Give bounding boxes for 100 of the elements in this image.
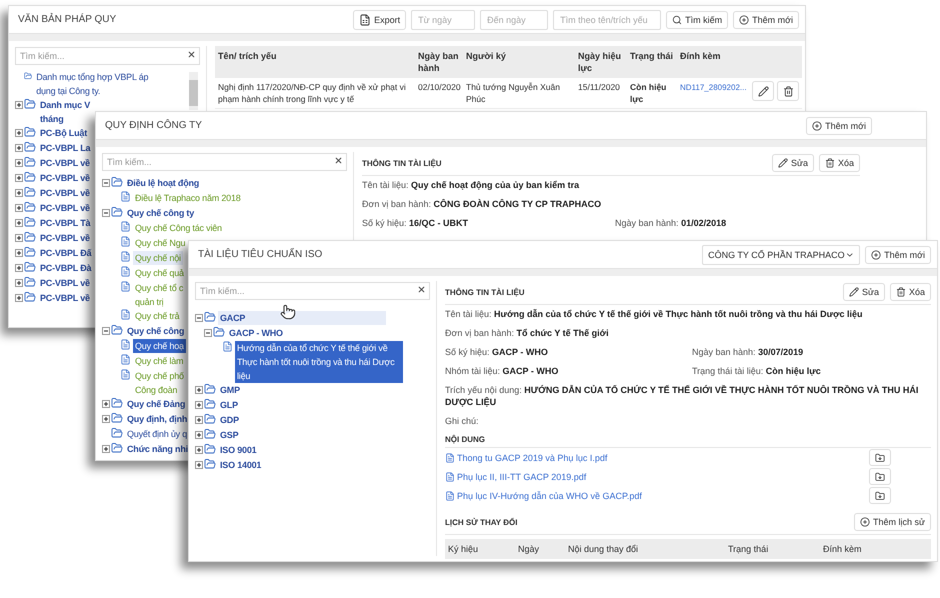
tree-item[interactable]: GACP xyxy=(218,311,386,325)
tree-item[interactable]: Hướng dẫn của tổ chức Y tế thế giới về Thực hành tốt nuôi trồng và thu hái Dược liệu xyxy=(235,341,403,383)
collapse-icon[interactable] xyxy=(204,329,212,337)
tree-item[interactable]: PC-VBPL về xyxy=(38,186,92,200)
add-button[interactable]: Thêm mới xyxy=(733,10,799,28)
expand-icon[interactable] xyxy=(15,279,23,287)
download-button[interactable] xyxy=(869,449,891,466)
tree-item[interactable]: PC-VBPL Đấ xyxy=(38,246,94,260)
collapse-icon[interactable] xyxy=(102,327,110,335)
expand-icon[interactable] xyxy=(15,294,23,302)
expand-icon[interactable] xyxy=(195,401,203,409)
tree-item[interactable]: Điều lệ hoạt động xyxy=(125,176,202,190)
hand-cursor-icon xyxy=(280,304,296,320)
tree-item[interactable]: PC-VBPL Tà xyxy=(38,216,92,230)
add-button[interactable]: Thêm mới xyxy=(865,246,931,264)
download-button[interactable] xyxy=(869,487,891,504)
table-cell: 15/11/2020 xyxy=(575,78,627,109)
tree-item[interactable]: PC-VBPL về xyxy=(38,291,92,305)
tree-item[interactable]: PC-VBPL về xyxy=(38,231,92,245)
tree-item[interactable]: Chức năng nhi xyxy=(125,442,190,456)
file-link[interactable]: Phụ lục IV-Hướng dẫn của WHO về GACP.pdf xyxy=(445,490,642,500)
tree-item[interactable]: PC-VBPL về xyxy=(38,276,92,290)
tree-item[interactable]: GLP xyxy=(218,398,240,412)
expand-icon[interactable] xyxy=(15,129,23,137)
expand-icon[interactable] xyxy=(15,204,23,212)
collapse-icon[interactable] xyxy=(102,179,110,187)
expand-icon[interactable] xyxy=(15,189,23,197)
expand-icon[interactable] xyxy=(195,431,203,439)
search-field[interactable]: Tìm theo tên/trích yếu xyxy=(553,10,662,30)
expand-icon[interactable] xyxy=(195,446,203,454)
tree-item[interactable]: Quy chế phố Công đoàn xyxy=(133,369,186,397)
file-link[interactable]: Phụ lục II, III-TT GACP 2019.pdf xyxy=(445,472,586,482)
table-cell: Còn hiệu lực xyxy=(627,78,677,109)
clear-icon[interactable] xyxy=(417,285,426,294)
tree-item[interactable]: PC-VBPL về xyxy=(38,201,92,215)
tree-item[interactable]: GACP - WHO xyxy=(227,326,285,340)
tree-item[interactable]: Danh mục tổng hợp VBPL áp dụng tại Công ty. xyxy=(34,70,160,98)
table-cell: Thủ tướng Nguyễn Xuân Phúc xyxy=(463,78,575,109)
search-button[interactable]: Tìm kiếm xyxy=(666,10,728,28)
expand-icon[interactable] xyxy=(15,249,23,257)
tree-item[interactable]: GMP xyxy=(218,383,242,397)
expand-icon[interactable] xyxy=(102,445,110,453)
edit-button[interactable] xyxy=(752,81,774,101)
tree-item[interactable]: ISO 9001 xyxy=(218,443,258,457)
expand-icon[interactable] xyxy=(15,159,23,167)
delete-button[interactable] xyxy=(777,81,799,101)
date-field[interactable]: Đến ngày xyxy=(480,10,548,30)
tree-item[interactable]: GSP xyxy=(218,428,240,442)
spreadsheet-icon xyxy=(359,14,372,26)
delete-button[interactable]: Xóa xyxy=(890,283,931,301)
tree-search-field[interactable]: Tìm kiếm... xyxy=(15,47,200,65)
company-select[interactable]: CÔNG TY CỔ PHẦN TRAPHACO xyxy=(702,244,860,264)
scrollbar[interactable] xyxy=(189,72,198,110)
add-history-button[interactable]: Thêm lịch sử xyxy=(854,513,931,531)
expand-icon[interactable] xyxy=(15,264,23,272)
info-line: Nhóm tài liệu: GACP - WHO xyxy=(445,365,560,378)
folder-icon xyxy=(204,311,216,323)
document-icon xyxy=(222,341,233,352)
tree-item[interactable]: PC-VBPL Đà xyxy=(38,261,94,275)
expand-icon[interactable] xyxy=(15,234,23,242)
tree-item[interactable]: ISO 14001 xyxy=(218,458,264,472)
download-button[interactable] xyxy=(869,468,891,485)
tree-item[interactable]: Quy chế công ty xyxy=(125,206,196,220)
tree-item[interactable]: Quy chế Đảng xyxy=(125,397,188,411)
info-line: Trạng thái tài liệu: Còn hiệu lực xyxy=(692,365,822,378)
tree-item[interactable]: PC-VBPL về xyxy=(38,171,92,185)
edit-button[interactable]: Sửa xyxy=(842,283,885,301)
tree-item[interactable]: Danh mục V tháng xyxy=(38,98,92,126)
expand-icon[interactable] xyxy=(195,416,203,424)
clear-icon[interactable] xyxy=(334,156,343,165)
expand-icon[interactable] xyxy=(102,415,110,423)
expand-icon[interactable] xyxy=(195,461,203,469)
date-field[interactable]: Từ ngày xyxy=(411,10,476,30)
tree-item[interactable]: PC-VBPL La xyxy=(38,141,92,155)
tree-item[interactable]: PC-VBPL về xyxy=(38,156,92,170)
expand-icon[interactable] xyxy=(195,386,203,394)
expand-icon[interactable] xyxy=(102,400,110,408)
collapse-icon[interactable] xyxy=(195,314,203,322)
info-line: Tên tài liệu: Hướng dẫn của tổ chức Y tế thế giới về Thực hành tốt nuôi trồng và thu hái Dược liệu xyxy=(445,308,864,321)
expand-icon[interactable] xyxy=(15,219,23,227)
tree-item[interactable]: PC-Bộ Luật xyxy=(38,126,89,140)
expand-icon[interactable] xyxy=(15,144,23,152)
tree-item[interactable]: Quy chế tổ c quản trị xyxy=(133,281,186,309)
export-button[interactable]: Export xyxy=(353,10,406,30)
tree-search-field[interactable]: Tìm kiếm... xyxy=(195,282,430,300)
tree-item[interactable]: Quyết định ủy q xyxy=(125,427,190,441)
collapse-icon[interactable] xyxy=(102,209,110,217)
add-button[interactable]: Thêm mới xyxy=(806,116,872,134)
delete-button[interactable]: Xóa xyxy=(818,154,860,172)
tree-search-field[interactable]: Tìm kiếm... xyxy=(102,153,347,171)
tree-item[interactable]: GDP xyxy=(218,413,241,427)
edit-button[interactable]: Sửa xyxy=(772,154,814,172)
expand-icon[interactable] xyxy=(15,174,23,182)
expand-icon[interactable] xyxy=(15,101,23,109)
tree-item[interactable]: Quy chế hoạ xyxy=(133,339,186,353)
tree-item[interactable]: Quy định, định xyxy=(125,412,190,426)
file-link[interactable]: Thong tu GACP 2019 và Phụ lục I.pdf xyxy=(445,452,608,462)
attachment-link[interactable]: ND117_2809202... xyxy=(680,83,747,92)
tree-item[interactable]: Quy chế công xyxy=(125,324,186,338)
clear-icon[interactable] xyxy=(187,50,196,59)
